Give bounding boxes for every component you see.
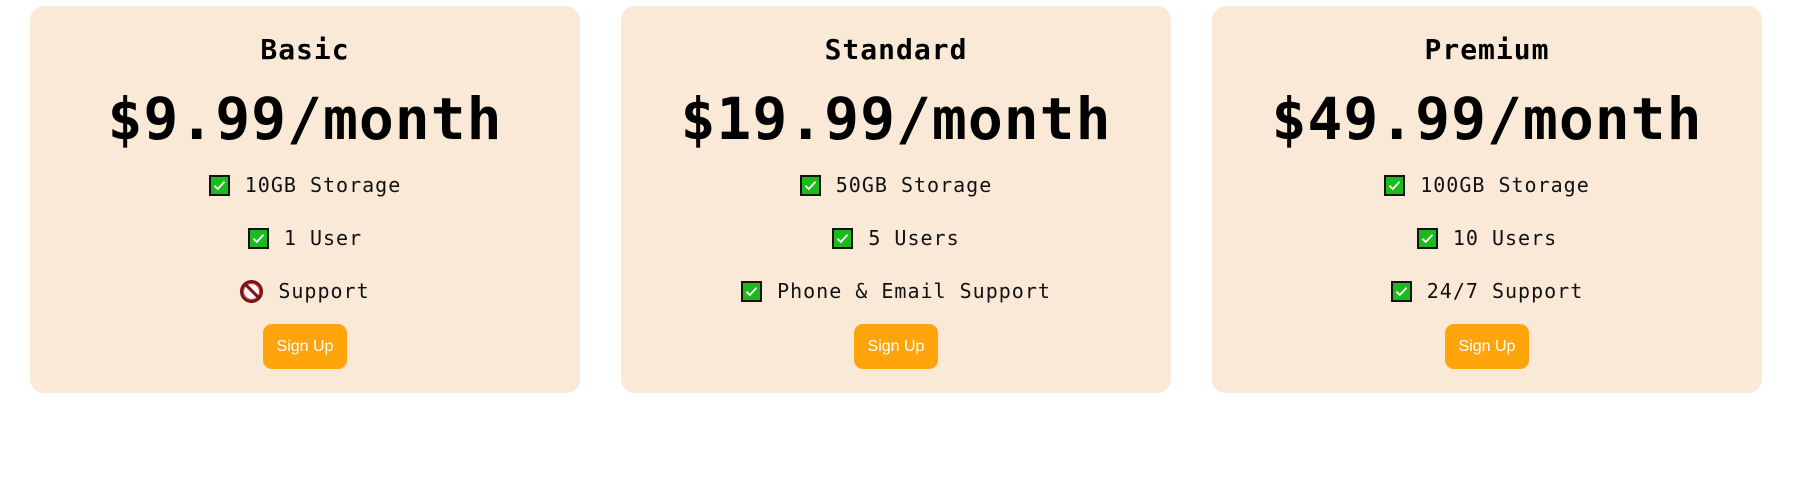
feature-text: 24/7 Support <box>1426 279 1584 303</box>
check-icon <box>832 227 854 249</box>
feature-item: Support <box>30 273 580 326</box>
sign-up-button[interactable]: Sign Up <box>854 324 938 369</box>
feature-text: 5 Users <box>868 226 960 250</box>
feature-text: 10GB Storage <box>244 173 402 197</box>
check-icon <box>799 174 821 196</box>
plan-price: $19.99/month <box>680 85 1112 153</box>
feature-item: Phone & Email Support <box>621 273 1171 326</box>
feature-list: 10GB Storage 1 User Support <box>30 167 580 326</box>
check-icon <box>208 174 230 196</box>
check-icon <box>1416 227 1438 249</box>
check-icon <box>741 280 763 302</box>
plan-price: $49.99/month <box>1271 85 1703 153</box>
feature-list: 50GB Storage 5 Users Phone & Email Suppo… <box>621 167 1171 326</box>
plan-card-basic: Basic $9.99/month 10GB Storage 1 User Su… <box>30 6 580 393</box>
plan-card-standard: Standard $19.99/month 50GB Storage 5 Use… <box>621 6 1171 393</box>
feature-text: 1 User <box>283 226 363 250</box>
feature-text: Phone & Email Support <box>777 279 1051 303</box>
plan-name: Premium <box>1424 33 1550 66</box>
feature-list: 100GB Storage 10 Users 24/7 Support <box>1212 167 1762 326</box>
prohibited-icon <box>240 279 264 303</box>
pricing-plans: Basic $9.99/month 10GB Storage 1 User Su… <box>30 6 1762 393</box>
feature-item: 1 User <box>30 220 580 273</box>
sign-up-button[interactable]: Sign Up <box>1445 324 1529 369</box>
feature-text: Support <box>278 279 370 303</box>
check-icon <box>1384 174 1406 196</box>
feature-text: 50GB Storage <box>835 173 993 197</box>
plan-name: Basic <box>260 33 350 66</box>
feature-item: 5 Users <box>621 220 1171 273</box>
plan-card-premium: Premium $49.99/month 100GB Storage 10 Us… <box>1212 6 1762 393</box>
feature-text: 10 Users <box>1452 226 1558 250</box>
feature-item: 10GB Storage <box>30 167 580 220</box>
feature-item: 24/7 Support <box>1212 273 1762 326</box>
check-icon <box>1390 280 1412 302</box>
feature-item: 50GB Storage <box>621 167 1171 220</box>
plan-price: $9.99/month <box>107 85 503 153</box>
feature-text: 100GB Storage <box>1420 173 1590 197</box>
plan-name: Standard <box>824 33 968 66</box>
feature-item: 10 Users <box>1212 220 1762 273</box>
check-icon <box>247 227 269 249</box>
sign-up-button[interactable]: Sign Up <box>263 324 347 369</box>
feature-item: 100GB Storage <box>1212 167 1762 220</box>
